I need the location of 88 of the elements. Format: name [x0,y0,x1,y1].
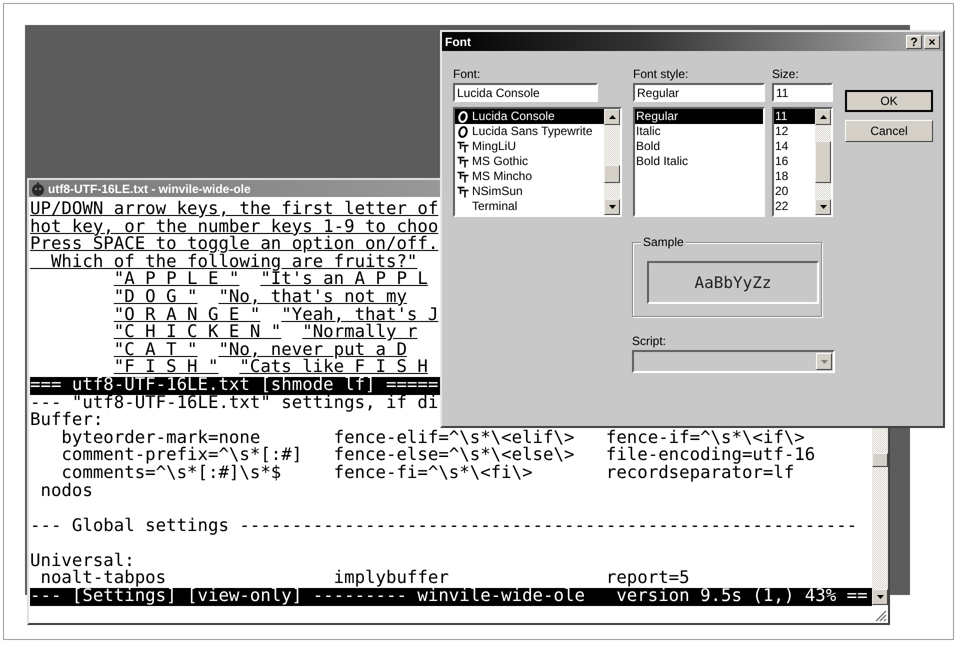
setting-text: comment-prefix=^\s*[:#] [61,447,304,465]
close-button[interactable]: × [924,34,940,48]
setting-text: fence-else=^\s*\<else\> [334,447,576,465]
setting-text: fence-elif=^\s*\<elif\> [334,430,576,448]
option-label[interactable]: "O R A N G E " [114,306,260,324]
font-item[interactable]: MS Gothic [455,154,604,169]
sample-text: AaBbYyZz [647,261,819,304]
style-item[interactable]: Italic [635,124,763,139]
setting-text: fence-fi=^\s*\<fi\> [334,464,534,482]
ok-button[interactable]: OK [845,90,933,112]
section-header: --- Global settings ----------------------------------------------------------- [30,518,858,536]
size-item[interactable]: 22 [774,199,815,214]
style-item[interactable]: Regular [635,109,763,124]
up-arrow-icon [820,115,826,119]
setting-text: recordseparator=lf [606,464,794,482]
setting-text: nodos [39,482,94,500]
group-label: Sample [641,235,686,249]
field-label: Font: [453,67,482,83]
input-field[interactable]: Regular [633,83,765,102]
setting-text: report=5 [606,570,691,588]
down-arrow-icon [608,205,616,209]
scroll-down-button[interactable] [815,199,831,215]
prompt-line: hot key, or the number keys 1-9 to choo [30,218,438,236]
section-label: Buffer: [30,412,104,430]
question-line: Which of the following are fruits?" [50,254,418,272]
option-reply: "Cats like F I S H [239,359,428,377]
font-item[interactable]: NSimSun [455,184,604,199]
font-item[interactable]: Lucida Sans Typewrite [455,124,604,139]
setting-text: byteorder-mark=none [61,430,260,448]
cancel-button[interactable]: Cancel [845,120,933,142]
scroll-down-button[interactable] [604,199,620,215]
scrollbar-thumb[interactable] [815,141,831,183]
field-label: Size: [772,67,800,83]
scrollbar-thumb[interactable] [604,165,620,183]
scroll-up-button[interactable] [815,109,831,125]
help-button[interactable]: ? [906,34,922,48]
option-label[interactable]: "C H I C K E N " [114,324,282,342]
size-item[interactable]: 14 [774,139,815,154]
option-reply: "Normally r [302,324,418,342]
style-item[interactable]: Bold [635,139,763,154]
size-item[interactable]: 20 [774,184,815,199]
input-field[interactable]: 11 [772,83,833,102]
prompt-line: UP/DOWN arrow keys, the first letter of [30,201,438,219]
setting-text: comments=^\s*[:#]\s*$ [61,464,282,482]
size-item[interactable]: 11 [774,109,815,124]
pumpkin-icon [31,182,45,196]
font-item[interactable]: Lucida Console [455,109,604,124]
font-item[interactable]: Terminal [455,199,604,214]
up-arrow-icon [608,115,616,119]
down-arrow-icon [820,205,826,209]
setting-text: fence-if=^\s*\<if\> [606,430,805,448]
setting-text: noalt-tabpos [40,570,166,588]
prompt-line: Press SPACE to toggle an option on/off. [30,236,438,254]
double-t-icon [457,156,469,168]
down-arrow-icon [876,595,884,599]
input-field[interactable]: Lucida Console [453,83,598,102]
option-label[interactable]: "D O G " [114,288,198,307]
double-t-icon [457,170,469,182]
field-label: Script: [632,334,668,350]
size-item[interactable]: 16 [774,154,815,169]
resize-grip-icon [873,608,887,622]
option-reply: "Yeah, that's J [281,306,438,324]
caret-icon [820,360,828,364]
option-label[interactable]: "C A T " [114,342,198,360]
setting-text: file-encoding=utf-16 [606,447,816,465]
scroll-down-button[interactable] [872,589,888,605]
field-label: Font style: [633,67,690,83]
option-reply: "It's an A P P L [260,271,428,289]
option-reply: "No, never put a D [218,342,407,360]
option-label[interactable]: "A P P L E " [114,271,240,289]
font-item[interactable]: MS Mincho [455,169,604,184]
section-label: Universal: [30,552,135,570]
size-item[interactable]: 12 [774,124,815,139]
italic-o-icon [457,126,469,138]
scrollbar-thumb[interactable] [872,453,888,467]
option-reply: "No, that's not my [218,288,407,307]
double-t-icon [457,140,469,152]
dialog-title: Font [445,34,471,48]
option-label[interactable]: "F I S H " [114,359,218,377]
setting-text: implybuffer [334,570,449,588]
double-t-icon [457,186,469,198]
scroll-up-button[interactable] [604,109,620,125]
italic-o-icon [457,110,469,122]
font-item[interactable]: MingLiU [455,139,604,154]
size-item[interactable]: 18 [774,169,815,184]
window-title: utf8-UTF-16LE.txt - winvile-wide-ole [48,182,251,196]
style-item[interactable]: Bold Italic [635,154,763,169]
settings-header: --- "utf8-UTF-16LE.txt" settings, if di [30,394,440,412]
